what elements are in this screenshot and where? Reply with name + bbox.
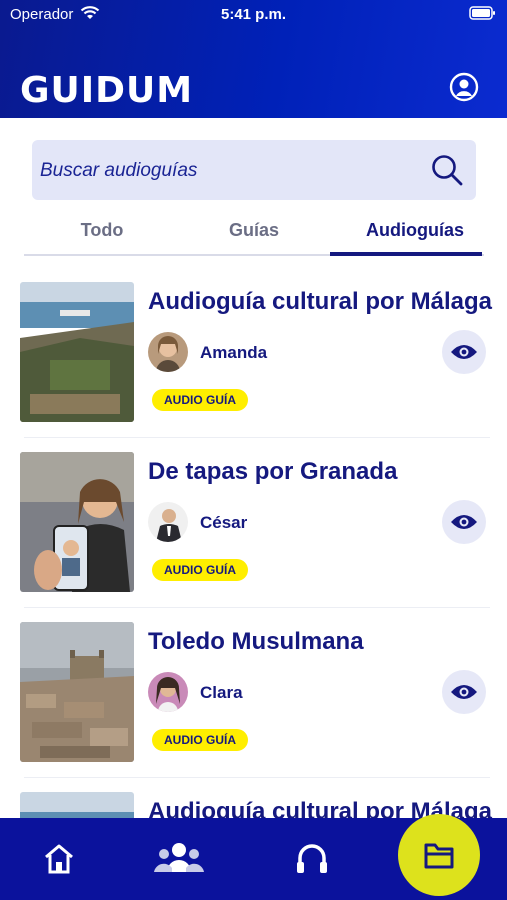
- status-bar: Operador 5:41 p.m.: [0, 0, 507, 30]
- audio-guide-badge: AUDIO GUÍA: [152, 729, 248, 751]
- eye-icon: [451, 515, 477, 529]
- guide-title[interactable]: Audioguía cultural por Málaga: [148, 288, 492, 316]
- avatar: [148, 332, 188, 372]
- audio-guide-badge: AUDIO GUÍA: [152, 559, 248, 581]
- view-button[interactable]: [442, 330, 486, 374]
- guide-title[interactable]: Toledo Musulmana: [148, 628, 364, 656]
- home-icon[interactable]: [42, 842, 76, 881]
- view-button[interactable]: [442, 670, 486, 714]
- app-header: Operador 5:41 p.m. GUIDUM: [0, 0, 507, 118]
- search-placeholder: Buscar audioguías: [40, 160, 198, 181]
- clock: 5:41 p.m.: [220, 6, 287, 23]
- view-button[interactable]: [442, 500, 486, 544]
- avatar: [148, 672, 188, 712]
- guide-thumbnail: [20, 282, 134, 422]
- profile-icon[interactable]: [449, 72, 479, 107]
- guide-thumbnail: [20, 622, 134, 762]
- author-name: César: [200, 513, 248, 532]
- eye-icon: [451, 345, 477, 359]
- audio-guide-badge: AUDIO GUÍA: [152, 389, 248, 411]
- app-logo[interactable]: GUIDUM: [20, 70, 193, 111]
- bottom-nav: [0, 814, 507, 900]
- headphones-icon[interactable]: [294, 840, 330, 881]
- divider: [24, 437, 490, 438]
- list-item[interactable]: De tapas por Granada César AUDIO GUÍA: [20, 452, 490, 608]
- guide-title[interactable]: De tapas por Granada: [148, 458, 397, 486]
- search-input[interactable]: Buscar audioguías: [32, 140, 476, 200]
- tab-audioguides[interactable]: Audioguías: [340, 220, 490, 241]
- filter-tabs: Todo Guías Audioguías: [24, 210, 484, 258]
- tab-guides[interactable]: Guías: [204, 220, 304, 241]
- battery-icon: [469, 6, 497, 24]
- community-icon[interactable]: [150, 840, 208, 879]
- author-name: Clara: [200, 683, 243, 702]
- active-tab-indicator: [330, 252, 482, 256]
- folder-icon: [424, 843, 454, 869]
- divider: [24, 607, 490, 608]
- folder-button[interactable]: [398, 814, 480, 896]
- list-item[interactable]: Toledo Musulmana Clara AUDIO GUÍA: [20, 622, 490, 778]
- eye-icon: [451, 685, 477, 699]
- avatar: [148, 502, 188, 542]
- author-name: Amanda: [200, 343, 268, 362]
- search-icon[interactable]: [430, 153, 464, 192]
- list-item[interactable]: Audioguía cultural por Málaga Amanda AUD…: [20, 282, 492, 438]
- tab-all[interactable]: Todo: [54, 220, 150, 241]
- divider: [24, 777, 490, 778]
- guide-thumbnail: [20, 452, 134, 592]
